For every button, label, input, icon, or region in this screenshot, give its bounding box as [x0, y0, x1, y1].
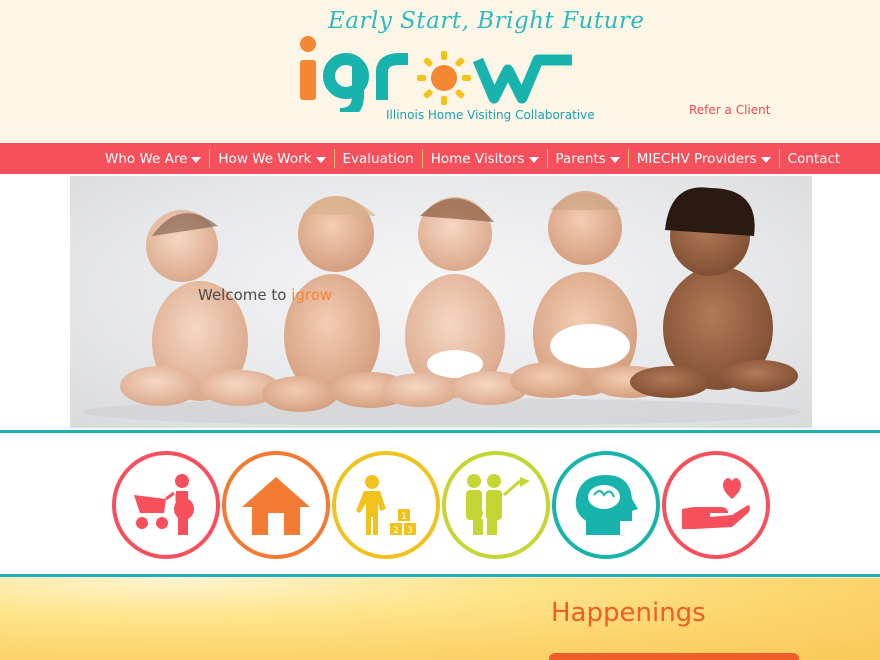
mental-health-button[interactable]: [552, 451, 660, 559]
svg-text:1: 1: [401, 512, 407, 522]
svg-text:3: 3: [407, 526, 413, 536]
nav-label: Contact: [787, 150, 841, 167]
caret-down-icon: [191, 156, 202, 163]
caret-down-icon: [760, 156, 771, 163]
caret-down-icon: [315, 156, 326, 163]
happenings-title: Happenings: [551, 598, 706, 628]
caret-down-icon: [528, 156, 539, 163]
child-blocks-icon: 1 2 3: [356, 475, 416, 536]
family-flag-icon: [466, 474, 530, 535]
nav-who-we-are[interactable]: Who We Are: [97, 148, 209, 169]
nav-label: Home Visitors: [430, 150, 525, 167]
house-icon: [242, 477, 310, 535]
logo-subtitle: Illinois Home Visiting Collaborative: [386, 108, 595, 122]
nav-label: Evaluation: [342, 150, 414, 167]
program-icons: 1 2 3: [0, 433, 880, 575]
pregnancy-stroller-icon: [134, 474, 194, 535]
main-nav: Who We Are How We Work Evaluation Home V…: [0, 143, 880, 174]
nav-home-visitors[interactable]: Home Visitors: [423, 148, 547, 169]
brain-head-icon: [575, 475, 638, 535]
svg-text:2: 2: [393, 526, 399, 536]
welcome-text: Welcome to igrow: [198, 286, 332, 304]
nav-label: Who We Are: [105, 150, 188, 167]
site-header: Early Start, Bright Future Illinois Home…: [0, 0, 880, 143]
nav-label: MIECHV Providers: [636, 150, 757, 167]
support-button[interactable]: [662, 451, 770, 559]
refer-a-client-link[interactable]: Refer a Client: [689, 103, 770, 117]
nav-label: Parents: [555, 150, 606, 167]
child-development-button[interactable]: 1 2 3: [332, 451, 440, 559]
nav-parents[interactable]: Parents: [548, 148, 628, 169]
welcome-prefix: Welcome to: [198, 286, 292, 304]
happenings-tab[interactable]: [549, 653, 799, 660]
pregnancy-stroller-button[interactable]: [112, 451, 220, 559]
nav-how-we-work[interactable]: How We Work: [210, 148, 333, 169]
home-button[interactable]: [222, 451, 330, 559]
happenings-section: Happenings: [0, 578, 880, 660]
nav-contact[interactable]: Contact: [780, 148, 849, 169]
igrow-logo[interactable]: [296, 32, 576, 112]
nav-label: How We Work: [218, 150, 312, 167]
family-button[interactable]: [442, 451, 550, 559]
nav-evaluation[interactable]: Evaluation: [335, 148, 422, 169]
hero-banner: Welcome to igrow: [70, 176, 812, 428]
section-divider: [0, 574, 880, 577]
caret-down-icon: [609, 156, 620, 163]
welcome-brand: igrow: [291, 286, 333, 304]
babies-photo: [81, 187, 801, 426]
nav-miechv-providers[interactable]: MIECHV Providers: [629, 148, 779, 169]
heart-hand-icon: [682, 478, 750, 529]
tagline: Early Start, Bright Future: [328, 8, 645, 34]
